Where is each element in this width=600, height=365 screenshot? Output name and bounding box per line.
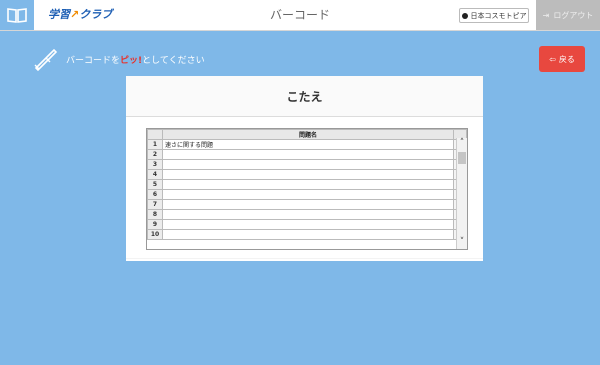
user-icon: [461, 12, 468, 19]
table-row[interactable]: 5: [147, 179, 467, 190]
table-row[interactable]: 7: [147, 199, 467, 210]
scroll-up-icon[interactable]: ˄: [457, 138, 467, 148]
logo-sub: クラブ: [79, 8, 113, 21]
app-logo: 学習↗クラブ: [48, 8, 113, 21]
question-name-cell[interactable]: [162, 199, 454, 210]
question-name-cell[interactable]: [162, 209, 454, 220]
logout-label: ログアウト: [553, 10, 594, 20]
back-label: 戻る: [558, 54, 575, 64]
scroll-thumb[interactable]: [458, 152, 466, 164]
row-number: 2: [147, 149, 163, 160]
organization-label: 日本コスモトピア: [470, 11, 527, 20]
instruction-suffix: としてください: [142, 55, 205, 66]
question-name-cell[interactable]: 速さに関する問題: [162, 139, 454, 150]
menu-button[interactable]: [0, 0, 34, 30]
question-name-cell[interactable]: [162, 189, 454, 200]
scroll-down-icon[interactable]: ˅: [457, 237, 467, 247]
table-row[interactable]: 2: [147, 149, 467, 160]
instruction-emphasis: ピッ!: [120, 55, 143, 66]
table-row[interactable]: 3: [147, 159, 467, 170]
table-row[interactable]: 8: [147, 209, 467, 220]
table-row[interactable]: 1 速さに関する問題: [147, 139, 467, 150]
row-number: 10: [147, 229, 163, 240]
row-number: 6: [147, 189, 163, 200]
logo-main: 学習: [48, 8, 70, 21]
vertical-scrollbar[interactable]: ˄ ˅: [456, 138, 467, 249]
logout-button[interactable]: ⇥ ログアウト: [536, 0, 600, 30]
question-name-cell[interactable]: [162, 169, 454, 180]
row-number-header: [147, 129, 163, 140]
row-number: 9: [147, 219, 163, 230]
row-number: 1: [147, 139, 163, 150]
book-icon: [7, 8, 27, 23]
question-name-cell[interactable]: [162, 159, 454, 170]
answer-panel: こたえ 問題名 1 速さに関する問題 2 3 4 5 6 7 8 9 10 ˄ ˅: [126, 76, 483, 261]
table-row[interactable]: 10: [147, 229, 467, 240]
question-name-cell[interactable]: [162, 219, 454, 230]
table-row[interactable]: 9: [147, 219, 467, 230]
row-number: 5: [147, 179, 163, 190]
organization-button[interactable]: 日本コスモトピア: [459, 8, 529, 23]
question-name-cell[interactable]: [162, 149, 454, 160]
logout-icon: ⇥: [542, 10, 550, 20]
scan-instruction: バーコードをピッ!としてください: [32, 46, 205, 72]
row-number: 8: [147, 209, 163, 220]
barcode-scanner-icon: [34, 48, 58, 72]
row-number: 4: [147, 169, 163, 180]
question-name-cell[interactable]: [162, 229, 454, 240]
table-row[interactable]: 6: [147, 189, 467, 200]
panel-divider: [126, 259, 483, 261]
question-name-cell[interactable]: [162, 179, 454, 190]
back-button[interactable]: ⇦ 戻る: [539, 46, 585, 72]
table-row[interactable]: 4: [147, 169, 467, 180]
instruction-prefix: バーコードを: [66, 55, 121, 66]
question-grid[interactable]: 問題名 1 速さに関する問題 2 3 4 5 6 7 8 9 10 ˄ ˅: [146, 128, 468, 250]
row-number: 3: [147, 159, 163, 170]
row-number: 7: [147, 199, 163, 210]
back-icon: ⇦: [549, 54, 556, 64]
panel-title: こたえ: [126, 76, 483, 117]
question-name-header: 問題名: [162, 129, 454, 140]
top-bar: 学習↗クラブ バーコード 日本コスモトピア ⇥ ログアウト: [0, 0, 600, 31]
